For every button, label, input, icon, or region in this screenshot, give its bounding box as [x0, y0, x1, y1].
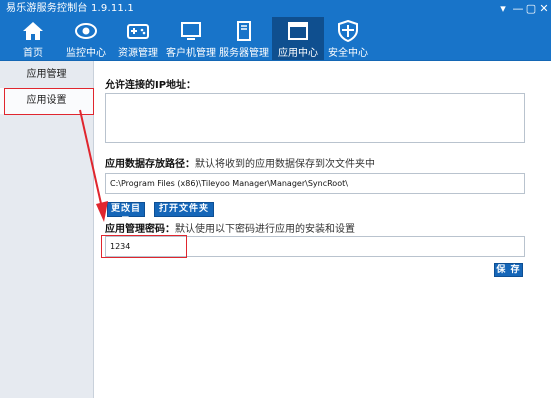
- nav-item-servers[interactable]: 服务器管理: [218, 17, 270, 60]
- storage-path-hint: 默认将收到的应用数据保存到次文件夹中: [195, 159, 375, 170]
- maximize-icon[interactable]: ▢: [524, 0, 538, 17]
- storage-path-label: 应用数据存放路径：默认将收到的应用数据保存到次文件夹中: [105, 155, 375, 170]
- menu-dropdown-icon[interactable]: ▾: [496, 0, 510, 17]
- allowed-ip-label: 允许连接的IP地址：: [105, 76, 196, 91]
- sidebar-item-app-management[interactable]: 应用管理: [0, 62, 93, 88]
- nav-item-app-center[interactable]: 应用中心: [272, 17, 324, 60]
- password-hint: 默认使用以下密码进行应用的安装和设置: [175, 224, 355, 235]
- nav-item-home[interactable]: 首页: [7, 17, 59, 60]
- nav-item-clients[interactable]: 客户机管理: [165, 17, 217, 60]
- open-folder-button[interactable]: 打开文件夹: [154, 202, 214, 217]
- title-bar: 易乐游服务控制台 1.9.11.1 ▾ — ▢ ✕: [0, 0, 551, 17]
- nav-label: 安全中心: [328, 48, 368, 59]
- main-nav: 首页 监控中心 资源管理 客户机管理 服务器管理 应用中心 安全中心: [0, 17, 551, 61]
- change-directory-button[interactable]: 更改目录: [107, 202, 145, 227]
- settings-panel: 允许连接的IP地址： 应用数据存放路径：默认将收到的应用数据保存到次文件夹中 C…: [94, 61, 551, 398]
- sidebar: 应用管理 应用设置: [0, 61, 94, 398]
- gamepad-icon: [127, 24, 149, 39]
- monitor-icon: [181, 22, 201, 40]
- nav-item-monitor[interactable]: 监控中心: [60, 17, 112, 60]
- close-icon[interactable]: ✕: [537, 0, 551, 17]
- shield-icon: [338, 20, 358, 42]
- server-icon: [237, 21, 251, 41]
- window-title: 易乐游服务控制台 1.9.11.1: [6, 3, 134, 14]
- nav-label: 资源管理: [118, 48, 158, 59]
- eye-icon: [75, 23, 97, 39]
- password-label: 应用管理密码：默认使用以下密码进行应用的安装和设置: [105, 220, 355, 235]
- save-button[interactable]: 保 存: [494, 263, 523, 277]
- sidebar-item-app-settings[interactable]: 应用设置: [0, 88, 93, 114]
- nav-label: 服务器管理: [219, 48, 269, 59]
- password-label-text: 应用管理密码：: [105, 224, 175, 235]
- allowed-ip-label-text: 允许连接的IP地址：: [105, 80, 197, 91]
- nav-item-resources[interactable]: 资源管理: [112, 17, 164, 60]
- nav-label: 客户机管理: [166, 48, 216, 59]
- allowed-ip-textarea[interactable]: [105, 93, 525, 143]
- storage-path-input[interactable]: C:\Program Files (x86)\Tileyoo Manager\M…: [105, 173, 525, 194]
- nav-label: 应用中心: [278, 48, 318, 59]
- password-input[interactable]: 1234: [105, 236, 525, 257]
- nav-item-security[interactable]: 安全中心: [322, 17, 374, 60]
- storage-path-label-text: 应用数据存放路径：: [105, 159, 195, 170]
- minimize-icon[interactable]: —: [511, 0, 525, 17]
- nav-label: 监控中心: [66, 48, 106, 59]
- app-center-icon: [288, 22, 308, 40]
- home-icon: [23, 22, 43, 40]
- nav-label: 首页: [23, 48, 43, 59]
